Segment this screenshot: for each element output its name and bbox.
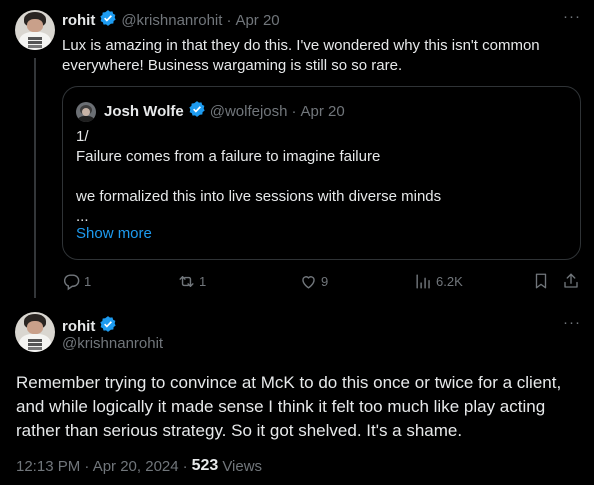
reply-tweet-header: rohit @krishnanrohit · Apr 20 [62,9,280,32]
main-author-handle[interactable]: @krishnanrohit [62,335,163,352]
main-tweet-text: Remember trying to convince at McK to do… [16,373,562,440]
view-count: 6.2K [436,274,463,289]
header-separator: · [291,103,297,120]
verified-badge-icon [188,100,206,123]
quoted-author-handle: @wolfejosh [209,103,288,120]
retweet-count: 1 [199,274,207,289]
views-button[interactable]: 6.2K [414,272,463,291]
quoted-tweet-date: Apr 20 [300,103,345,120]
verified-badge-icon [99,9,117,32]
like-count: 9 [321,274,329,289]
reply-more-options-icon[interactable]: ··· [563,8,581,25]
quoted-author-name: Josh Wolfe [104,103,184,120]
reply-author-name[interactable]: rohit [62,12,95,29]
reply-button[interactable]: 1 [62,272,91,291]
bookmark-button[interactable] [532,272,550,290]
main-views-label: Views [222,457,263,475]
reply-count: 1 [84,274,92,289]
quoted-tweet-card[interactable]: Josh Wolfe @wolfejosh · Apr 20 1/ Failur… [62,86,581,260]
main-tweet-meta: 12:13 PM · Apr 20, 2024 · 523 Views [16,457,262,475]
share-button[interactable] [562,272,580,290]
reply-tweet-action-bar: 1 1 9 6.2K [62,272,582,292]
like-button[interactable]: 9 [299,272,328,291]
main-more-options-icon[interactable]: ··· [563,314,581,331]
main-views-count: 523 [191,457,219,474]
rohit-avatar[interactable] [15,10,55,50]
retweet-icon [177,272,196,291]
show-more-link[interactable]: Show more [76,225,152,242]
reply-tweet-text: Lux is amazing in that they do this. I'v… [62,37,540,74]
quoted-tweet-header: Josh Wolfe @wolfejosh · Apr 20 [76,100,345,123]
reply-icon [62,272,81,291]
josh-wolfe-avatar [76,101,96,122]
reply-tweet-date[interactable]: Apr 20 [235,12,279,29]
retweet-button[interactable]: 1 [177,272,206,291]
reply-author-handle[interactable]: @krishnanrohit [121,12,222,29]
quoted-tweet-text: 1/ Failure comes from a failure to imagi… [76,128,442,225]
header-separator: · [226,12,232,29]
bookmark-icon [532,272,550,290]
main-author-name[interactable]: rohit [62,318,95,335]
thread-connector-line [34,58,36,298]
share-icon [562,272,580,290]
rohit-avatar[interactable] [15,312,55,352]
tweet-thread: rohit @krishnanrohit · Apr 20 ··· Lux is… [0,0,594,485]
tweet-timestamp[interactable]: 12:13 PM · Apr 20, 2024 [16,458,179,475]
heart-icon [299,272,318,291]
meta-separator: · [182,457,188,475]
analytics-icon [414,272,433,291]
